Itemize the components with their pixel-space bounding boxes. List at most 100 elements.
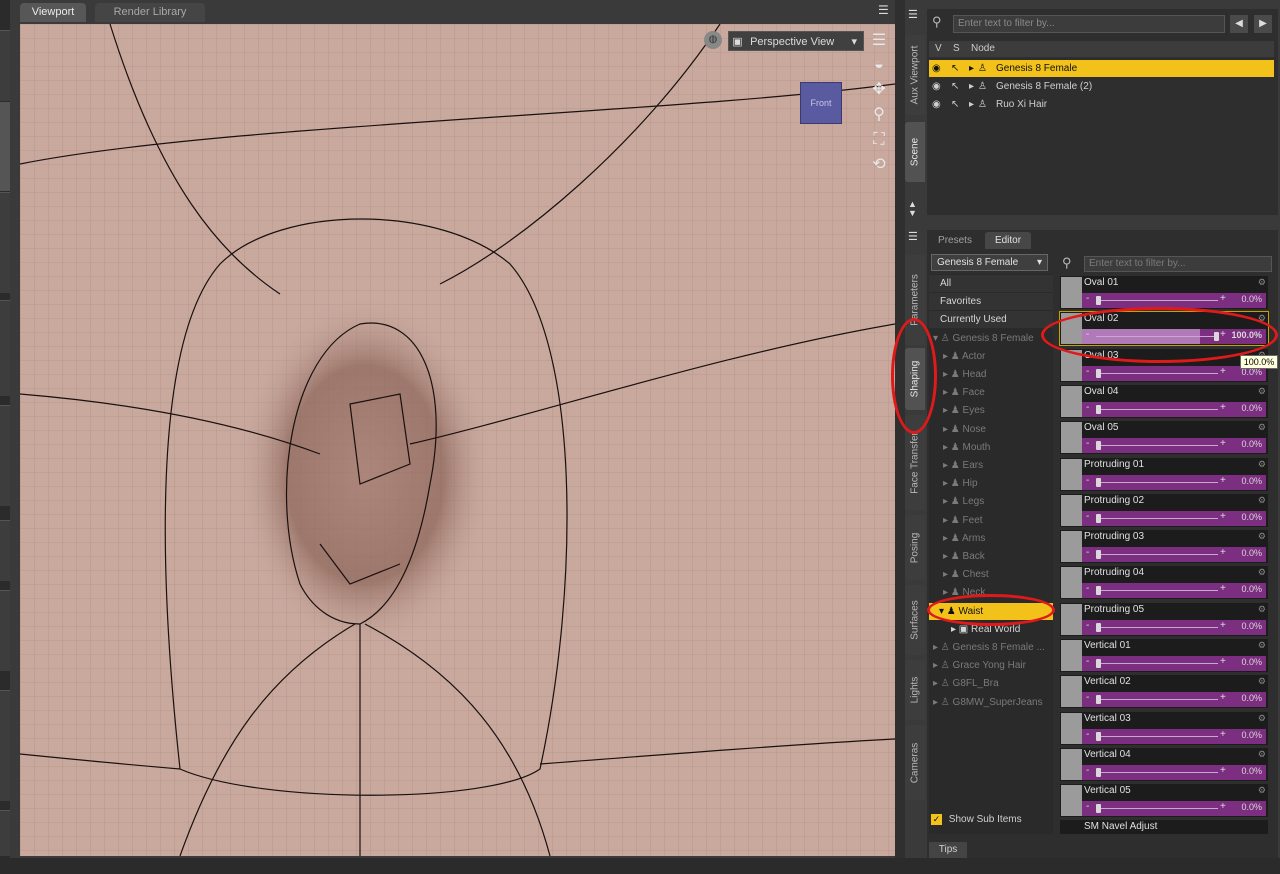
scene-pane-menu-icon[interactable]: ☰ [908, 8, 922, 21]
slider-knob[interactable] [1096, 550, 1101, 560]
increment-button[interactable]: + [1220, 402, 1226, 413]
decrement-button[interactable]: - [1086, 765, 1089, 776]
tab-surfaces[interactable]: Surfaces [905, 585, 925, 655]
gear-icon[interactable]: ⚙ [1258, 713, 1266, 724]
slider-row[interactable]: Protruding 05 ⚙ - +0.0% [1060, 602, 1268, 636]
tree-item[interactable]: ▸ ♟ Ears [929, 457, 1053, 474]
increment-button[interactable]: + [1220, 293, 1226, 304]
tab-presets[interactable]: Presets [929, 232, 981, 249]
slider-value[interactable]: 100.0% [1231, 330, 1262, 340]
increment-button[interactable]: + [1220, 475, 1226, 486]
eye-icon[interactable]: ◉ [932, 96, 941, 113]
gear-icon[interactable]: ⚙ [1258, 604, 1266, 615]
slider-row-partial[interactable]: SM Navel Adjust [1060, 820, 1268, 834]
slider-value[interactable]: 0.0% [1241, 294, 1262, 304]
decrement-button[interactable]: - [1086, 547, 1089, 558]
gear-icon[interactable]: ⚙ [1258, 459, 1266, 470]
tab-editor[interactable]: Editor [985, 232, 1031, 249]
tree-item[interactable]: ▸ ♟ Mouth [929, 439, 1053, 456]
slider-value[interactable]: 0.0% [1241, 476, 1262, 486]
tree-item[interactable]: ▸ ♟ Back [929, 548, 1053, 565]
increment-button[interactable]: + [1220, 729, 1226, 740]
scroll-arrows-icon[interactable]: ▲ ▼ [908, 200, 922, 218]
slider-value[interactable]: 0.0% [1241, 584, 1262, 594]
slider-value[interactable]: 0.0% [1241, 657, 1262, 667]
tree-item[interactable]: ▸ ♙ Grace Yong Hair [929, 657, 1053, 674]
decrement-button[interactable]: - [1086, 329, 1089, 340]
increment-button[interactable]: + [1220, 692, 1226, 703]
cursor-icon[interactable]: ↖ [951, 96, 959, 113]
aperture-icon[interactable]: ◍ [704, 31, 722, 49]
decrement-button[interactable]: - [1086, 729, 1089, 740]
tree-item[interactable]: ▸ ▣ Real World [929, 621, 1053, 638]
tree-item[interactable]: ▸ ♟ Chest [929, 566, 1053, 583]
slider-track[interactable]: - +0.0% [1082, 619, 1266, 635]
reset-view-icon[interactable]: ⟲ [868, 155, 890, 175]
pane-menu-icon[interactable]: ☰ [878, 3, 892, 17]
increment-button[interactable]: + [1220, 366, 1226, 377]
pan-icon[interactable]: ✥ [868, 80, 890, 100]
tree-item[interactable]: ▸ ♟ Head [929, 366, 1053, 383]
pane-tab-dform[interactable] [0, 520, 10, 581]
tab-shaping[interactable]: Shaping [905, 348, 925, 410]
figure-select[interactable]: Genesis 8 Female ▾ [931, 254, 1048, 271]
cursor-icon[interactable]: ↖ [951, 78, 959, 95]
slider-row[interactable]: Oval 04 ⚙ - +0.0% [1060, 384, 1268, 418]
slider-knob[interactable] [1214, 332, 1219, 342]
decrement-button[interactable]: - [1086, 692, 1089, 703]
column-node[interactable]: Node [971, 41, 995, 57]
gear-icon[interactable]: ⚙ [1258, 422, 1266, 433]
gear-icon[interactable]: ⚙ [1258, 567, 1266, 578]
gear-icon[interactable]: ⚙ [1258, 495, 1266, 506]
decrement-button[interactable]: - [1086, 620, 1089, 631]
params-pane-menu-icon[interactable]: ☰ [908, 230, 922, 243]
cursor-icon[interactable]: ↖ [951, 60, 959, 77]
slider-track[interactable]: - +0.0% [1082, 801, 1266, 817]
scene-node-row[interactable]: ◉ ↖ ▸ ♙ Ruo Xi Hair [929, 96, 1274, 113]
tab-face-transfer[interactable]: Face Transfer [905, 415, 925, 510]
gear-icon[interactable]: ⚙ [1258, 676, 1266, 687]
eye-icon[interactable]: ◉ [932, 78, 941, 95]
slider-knob[interactable] [1096, 586, 1101, 596]
slider-row[interactable]: Protruding 04 ⚙ - +0.0% [1060, 566, 1268, 600]
tree-item[interactable]: ▸ ♟ Neck [929, 584, 1053, 601]
slider-knob[interactable] [1096, 296, 1101, 305]
decrement-button[interactable]: - [1086, 511, 1089, 522]
slider-value[interactable]: 0.0% [1241, 439, 1262, 449]
show-sub-items-checkbox[interactable]: ✓ Show Sub Items [931, 813, 1051, 827]
slider-track[interactable]: - +0.0% [1082, 401, 1266, 417]
tree-item[interactable]: ▸ ♟ Hip [929, 475, 1053, 492]
slider-track[interactable]: - +0.0% [1082, 728, 1266, 744]
slider-knob[interactable] [1096, 441, 1101, 451]
expand-arrow-icon[interactable]: ▸ [969, 60, 974, 77]
slider-row[interactable]: Oval 01 ⚙ - +0.0% [1060, 276, 1268, 309]
gear-icon[interactable]: ⚙ [1258, 313, 1266, 324]
pane-tab-smart-content[interactable] [0, 102, 10, 191]
slider-row[interactable]: Oval 02 ⚙ - +100.0% [1059, 311, 1269, 347]
increment-button[interactable]: + [1220, 620, 1226, 631]
tree-item[interactable]: ▸ ♙ G8FL_Bra [929, 675, 1053, 692]
slider-row[interactable]: Vertical 05 ⚙ - +0.0% [1060, 784, 1268, 818]
slider-value[interactable]: 0.0% [1241, 512, 1262, 522]
expand-arrow-icon[interactable]: ▸ [969, 78, 974, 95]
slider-knob[interactable] [1096, 804, 1101, 814]
slider-row[interactable]: Vertical 01 ⚙ - +0.0% [1060, 639, 1268, 672]
view-mode-dropdown[interactable]: ▣ Perspective View ▾ [728, 31, 864, 51]
tree-item[interactable]: ▸ ♟ Feet [929, 512, 1053, 529]
tree-item[interactable]: Currently Used [929, 311, 1053, 329]
tree-item[interactable]: Favorites [929, 293, 1053, 311]
slider-knob[interactable] [1096, 404, 1101, 414]
frame-icon[interactable]: ⛶ [868, 130, 890, 150]
pane-tab-tool-settings[interactable] [0, 590, 10, 671]
slider-row[interactable]: Oval 05 ⚙ - +0.0% [1060, 421, 1268, 455]
column-selectable[interactable]: S [953, 41, 960, 57]
increment-button[interactable]: + [1220, 547, 1226, 558]
slider-value[interactable]: 0.0% [1241, 403, 1262, 413]
pane-tab-render-settings[interactable] [0, 405, 10, 506]
increment-button[interactable]: + [1220, 656, 1226, 667]
tab-lights[interactable]: Lights [905, 660, 925, 720]
decrement-button[interactable]: - [1086, 366, 1089, 377]
tree-item[interactable]: ▸ ♟ Nose [929, 421, 1053, 438]
pane-tab-install[interactable] [0, 30, 10, 101]
slider-track[interactable]: - +0.0% [1082, 365, 1266, 381]
